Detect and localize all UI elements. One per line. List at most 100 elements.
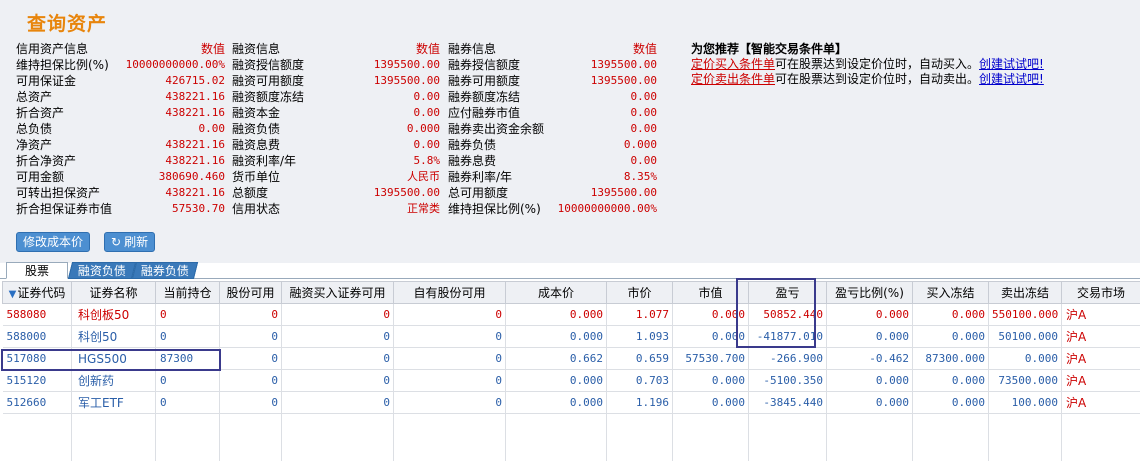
info-value: 0.00: [413, 90, 441, 103]
table-header-row: ▼证券代码 证券名称 当前持仓 股份可用 融资买入证券可用 自有股份可用 成本价 市价 市值 盈亏…: [2, 281, 1140, 304]
tab-label: 融资负债: [77, 264, 126, 278]
info-label: 融资负债: [232, 122, 281, 136]
table-cell: 0.662: [505, 347, 607, 370]
table-cell: 0: [393, 347, 506, 370]
column-header[interactable]: 交易市场: [1061, 281, 1140, 304]
column-header[interactable]: 成本价: [505, 281, 607, 304]
info-label: 融资额度冻结: [232, 90, 305, 104]
info-label: 折合资产: [16, 106, 65, 120]
empty-cell: [155, 413, 220, 461]
recommendation-panel: 为您推荐【智能交易条件单】 定价买入条件单可在股票达到设定价位时，自动买入。创建…: [691, 41, 1131, 87]
create-buy-order-link[interactable]: 创建试试吧!: [979, 57, 1044, 71]
table-row[interactable]: 517080 HGS500 87300 0 0 0 0.662 0.659 57530.700-…: [2, 347, 1140, 370]
table-row[interactable]: 588080 科创板50 0 0 0 0 0.000 1.077 0.000 50852.440 0…: [2, 303, 1140, 326]
column-header[interactable]: 融资买入证券可用: [281, 281, 394, 304]
info-value: 人民币: [407, 170, 440, 183]
column-header[interactable]: ▼证券代码: [2, 281, 72, 304]
financing-info-row: 融资利率/年 5.8%: [232, 153, 440, 169]
info-label: 融券负债: [448, 138, 497, 152]
tab-lending-liabilities[interactable]: 融券负债: [131, 262, 199, 279]
tab-financing-liabilities[interactable]: 融资负债: [67, 262, 137, 279]
sell-condition-order-link[interactable]: 定价卖出条件单: [691, 72, 775, 86]
info-value: 0.00: [413, 106, 441, 119]
info-label: 总可用额度: [448, 186, 509, 200]
info-label: 货币单位: [232, 170, 281, 184]
asset-summary-panel: 查询资产 信用资产信息 数值 维持担保比例(%) 10000000000.00% 可用保…: [0, 0, 1140, 263]
info-label: 融券利率/年: [448, 170, 513, 184]
table-cell: 0.000: [505, 369, 607, 392]
table-cell: 沪A: [1061, 347, 1140, 370]
column-header-label: 证券名称: [89, 286, 138, 300]
table-cell: 515120: [2, 369, 72, 392]
column-header[interactable]: 市值: [672, 281, 749, 304]
info-value: 438221.16: [165, 138, 225, 151]
table-row[interactable]: 515120 创新药 0 0 0 0 0.000 0.703 0.000 -5100.350 0.0…: [2, 369, 1140, 392]
table-cell: 0.000: [672, 391, 749, 414]
table-cell: 创新药: [71, 369, 156, 392]
lending-info-row: 融券可用额度 1395500.00: [448, 73, 657, 89]
column-header-label: 盈亏比例(%): [835, 286, 904, 300]
table-cell: 0.659: [606, 347, 673, 370]
info-value: 438221.16: [165, 186, 225, 199]
refresh-button[interactable]: ↻ 刷新: [104, 232, 156, 252]
column-header-label: 融资买入证券可用: [289, 286, 386, 300]
financing-info-row: 融资额度冻结 0.00: [232, 89, 440, 105]
info-label: 融资息费: [232, 138, 281, 152]
info-label: 信用资产信息: [16, 42, 89, 56]
table-cell: 0.000: [826, 303, 913, 326]
tab-stocks[interactable]: 股票: [6, 262, 68, 279]
table-cell: 0: [393, 303, 506, 326]
info-value: 57530.70: [172, 202, 225, 215]
table-cell: 0.000: [505, 391, 607, 414]
info-value: 0.00: [630, 154, 658, 167]
lending-info-row: 融券负债 0.000: [448, 137, 657, 153]
column-header[interactable]: 当前持仓: [155, 281, 220, 304]
recommend-text: 可在股票达到设定价位时，自动买入。: [775, 57, 980, 71]
table-cell: 0.000: [826, 391, 913, 414]
buy-condition-order-link[interactable]: 定价买入条件单: [691, 57, 775, 71]
column-header[interactable]: 市价: [606, 281, 673, 304]
table-cell: 517080: [2, 347, 72, 370]
table-cell: 0.000: [988, 347, 1062, 370]
info-label: 融资授信额度: [232, 58, 305, 72]
info-value: 数值: [415, 42, 440, 56]
table-cell: 0.000: [672, 369, 749, 392]
create-sell-order-link[interactable]: 创建试试吧!: [979, 72, 1044, 86]
table-cell: 军工ETF: [71, 391, 156, 414]
info-label: 融资利率/年: [232, 154, 297, 168]
column-header[interactable]: 证券名称: [71, 281, 156, 304]
info-value: 0.000: [623, 138, 657, 151]
column-header-label: 市值: [698, 286, 723, 300]
edit-cost-button[interactable]: 修改成本价: [16, 232, 91, 252]
info-value: 10000000000.00%: [125, 58, 225, 71]
column-header-label: 当前持仓: [163, 286, 212, 300]
column-header[interactable]: 买入冻结: [912, 281, 989, 304]
info-value: 1395500.00: [373, 186, 440, 199]
credit-info-row: 总资产 438221.16: [16, 89, 225, 105]
table-cell: 0.000: [912, 303, 989, 326]
info-value: 0.00: [630, 90, 658, 103]
table-cell: -266.900: [748, 347, 827, 370]
column-header[interactable]: 卖出冻结: [988, 281, 1062, 304]
column-header[interactable]: 自有股份可用: [393, 281, 506, 304]
table-cell: 0.000: [505, 325, 607, 348]
empty-cell: [2, 413, 72, 461]
table-cell: 0: [281, 391, 394, 414]
info-value: 0.000: [406, 122, 440, 135]
empty-row: [2, 413, 1140, 461]
column-header-label: 股份可用: [226, 286, 275, 300]
table-cell: 沪A: [1061, 325, 1140, 348]
financing-info-header: 融资信息 数值: [232, 41, 440, 57]
table-row[interactable]: 588000 科创50 0 0 0 0 0.000 1.093 0.000 -41877.010 0…: [2, 325, 1140, 348]
info-value: 0.00: [630, 122, 658, 135]
column-header[interactable]: 股份可用: [219, 281, 282, 304]
table-cell: 1.077: [606, 303, 673, 326]
column-header[interactable]: 盈亏比例(%): [826, 281, 913, 304]
empty-cell: [826, 413, 913, 461]
info-value: 正常类: [407, 202, 440, 215]
table-row[interactable]: 512660 军工ETF 0 0 0 0 0.000 1.196 0.000 -3845.440 0…: [2, 391, 1140, 414]
table-cell: 0: [219, 369, 282, 392]
info-label: 维持担保比例(%): [16, 58, 109, 72]
column-header[interactable]: 盈亏: [748, 281, 827, 304]
info-label: 融资可用额度: [232, 74, 305, 88]
